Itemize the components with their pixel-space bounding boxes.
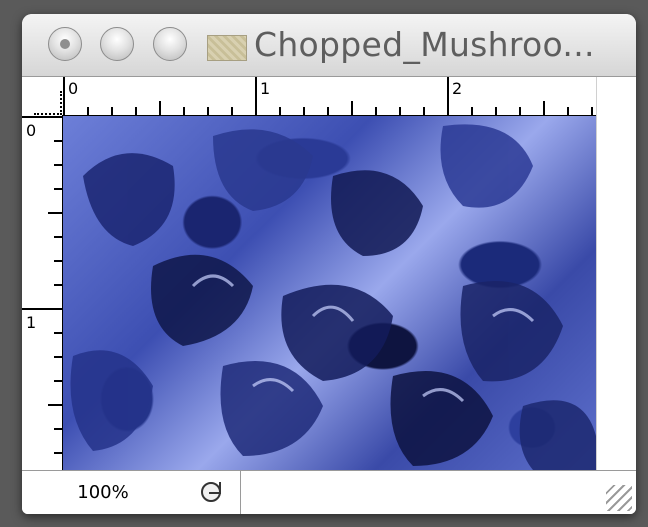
image-icon	[70, 124, 596, 470]
ruler-label-h1: 1	[260, 79, 271, 98]
ruler-label-v1: 1	[26, 313, 37, 332]
resize-grip-icon[interactable]	[606, 485, 632, 511]
horizontal-ruler[interactable]: 0 1 2	[62, 77, 596, 116]
vertical-ruler[interactable]: 0 1	[22, 115, 63, 470]
close-button[interactable]	[48, 27, 82, 61]
ruler-label-v0: 0	[26, 121, 37, 140]
zoom-button[interactable]	[153, 27, 187, 61]
zoom-level-field[interactable]: 100%	[22, 471, 185, 514]
document-icon	[207, 35, 247, 61]
ruler-label-h2: 2	[452, 79, 463, 98]
ruler-origin-icon	[34, 91, 62, 115]
document-window: Chopped_Mushroo... 0 1 2 0 1 100%	[22, 14, 636, 514]
status-bar: 100%	[22, 470, 636, 514]
navigator-button[interactable]	[184, 471, 241, 514]
image-canvas[interactable]	[63, 116, 596, 470]
ruler-origin[interactable]	[22, 77, 63, 116]
vertical-scroll-area[interactable]	[596, 77, 636, 470]
title-bar[interactable]: Chopped_Mushroo...	[22, 14, 636, 77]
window-title: Chopped_Mushroo...	[254, 25, 595, 64]
ruler-label-h0: 0	[68, 79, 79, 98]
minimize-button[interactable]	[100, 27, 134, 61]
navigator-icon	[201, 482, 221, 502]
